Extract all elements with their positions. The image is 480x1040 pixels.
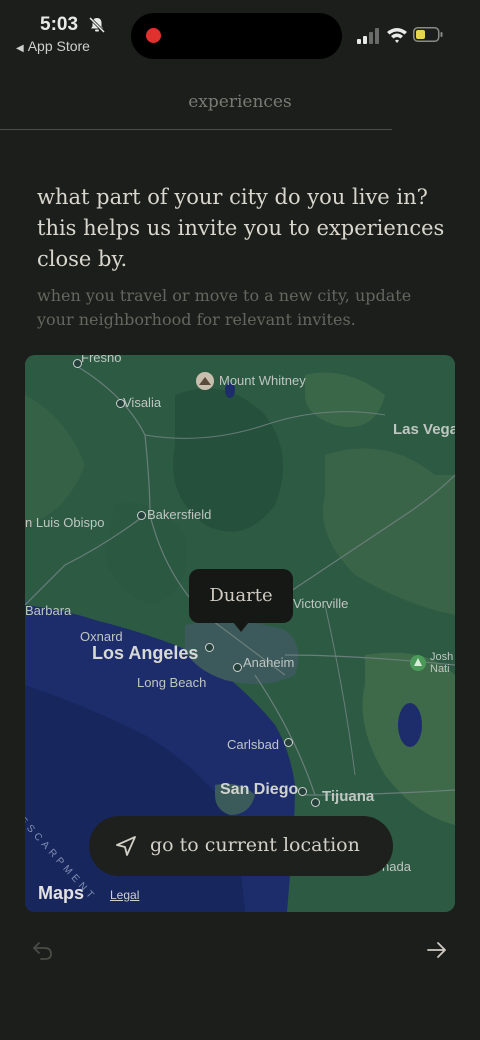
map-label-fresno: Fresno bbox=[81, 355, 122, 365]
map-label-long-beach: Long Beach bbox=[137, 675, 207, 690]
current-location-label: go to current location bbox=[150, 834, 360, 856]
cellular-signal-icon bbox=[357, 28, 379, 44]
undo-arrow-icon bbox=[33, 942, 52, 960]
map-label-visalia: Visalia bbox=[123, 395, 162, 410]
map-marker-carlsbad bbox=[284, 738, 293, 747]
back-to-app-store-link[interactable]: ◀ App Store bbox=[16, 38, 90, 54]
map-label-joshua-tree: Josh Nati bbox=[430, 651, 454, 675]
status-bar: 5:03 ◀ App Store bbox=[0, 0, 480, 60]
bell-muted-icon bbox=[88, 16, 106, 34]
map-label-oxnard: Oxnard bbox=[80, 629, 123, 644]
current-location-button[interactable]: go to current location bbox=[89, 816, 393, 876]
prompt-subtext: when you travel or move to a new city, u… bbox=[37, 286, 412, 329]
nav-title: experiences bbox=[188, 92, 292, 112]
map-label-mount-whitney: Mount Whitney bbox=[219, 373, 306, 388]
neighborhood-map[interactable]: Fresno Mount Whitney Visalia Las Vega n … bbox=[25, 355, 455, 912]
map-label-santa-barbara: Barbara bbox=[25, 603, 72, 618]
legal-link[interactable]: Legal bbox=[110, 888, 139, 902]
map-label-carlsbad: Carlsbad bbox=[227, 737, 280, 752]
national-park-icon bbox=[410, 655, 426, 671]
nav-progress-divider bbox=[0, 129, 392, 130]
map-label-san-diego: San Diego bbox=[220, 781, 299, 798]
selected-neighborhood-callout: Duarte bbox=[189, 569, 293, 632]
next-button[interactable] bbox=[425, 938, 449, 962]
map-marker-tijuana bbox=[311, 798, 320, 807]
map-label-victorville: Victorville bbox=[293, 596, 349, 611]
apple-maps-logo: Maps bbox=[37, 883, 84, 904]
selected-neighborhood-name: Duarte bbox=[209, 585, 273, 606]
maps-attribution: Maps bbox=[38, 883, 85, 903]
map-label-las-vegas: Las Vega bbox=[393, 421, 455, 438]
map-label-los-angeles: Los Angeles bbox=[92, 643, 199, 663]
map-marker-san-diego bbox=[298, 787, 307, 796]
mountain-peak-icon bbox=[196, 372, 214, 390]
callout-pointer bbox=[233, 622, 249, 632]
map-marker-los-angeles bbox=[205, 643, 214, 652]
back-app-label: App Store bbox=[27, 38, 90, 54]
map-marker-bakersfield bbox=[137, 511, 146, 520]
map-label-tijuana: Tijuana bbox=[322, 788, 375, 805]
recording-indicator-icon bbox=[146, 28, 161, 43]
map-label-bakersfield: Bakersfield bbox=[147, 507, 212, 522]
wifi-icon bbox=[387, 28, 407, 43]
battery-low-power-icon bbox=[413, 27, 443, 42]
prompt-heading: what part of your city do you live in? t… bbox=[37, 185, 445, 271]
map-marker-anaheim bbox=[233, 663, 242, 672]
map-label-anaheim: Anaheim bbox=[243, 655, 295, 670]
map-label-san-luis-obispo: n Luis Obispo bbox=[25, 515, 105, 530]
arrow-right-icon bbox=[427, 942, 446, 958]
undo-back-button[interactable] bbox=[31, 938, 55, 962]
location-arrow-icon bbox=[116, 836, 136, 856]
status-time: 5:03 bbox=[40, 14, 79, 35]
dynamic-island bbox=[131, 13, 342, 59]
